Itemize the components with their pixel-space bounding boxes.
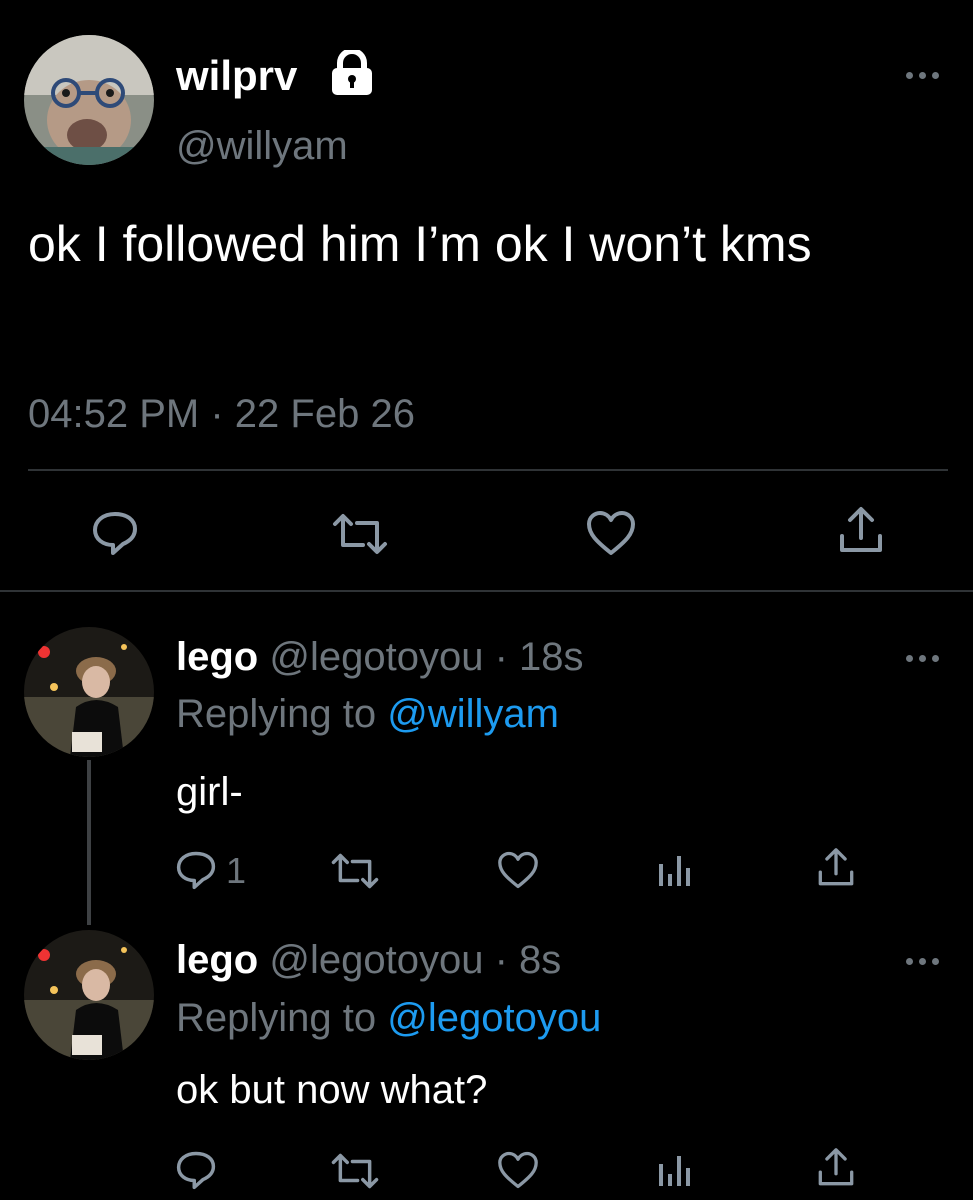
display-name[interactable]: wilprv <box>176 52 297 100</box>
share-icon[interactable] <box>817 1147 855 1189</box>
mention-link[interactable]: @legotoyou <box>387 996 601 1040</box>
replying-to: Replying to @legotoyou <box>176 996 601 1041</box>
reply-count: 1 <box>226 850 247 891</box>
display-name-text[interactable]: wilprv <box>176 52 297 99</box>
reply-icon[interactable] <box>92 510 138 556</box>
share-icon[interactable] <box>838 506 884 556</box>
analytics-icon[interactable] <box>657 1150 693 1188</box>
more-icon[interactable] <box>906 655 939 662</box>
reply-header[interactable]: lego @legotoyou · 18s <box>176 635 584 680</box>
reply-icon[interactable] <box>176 1150 216 1190</box>
tweet-time[interactable]: 04:52 PM <box>28 392 199 436</box>
replying-prefix: Replying to <box>176 692 377 736</box>
separator: · <box>494 635 508 679</box>
reply-handle[interactable]: @legotoyou <box>269 938 483 982</box>
retweet-icon[interactable] <box>331 512 389 556</box>
avatar[interactable] <box>24 35 154 165</box>
separator: · <box>494 938 508 982</box>
more-icon[interactable] <box>906 958 939 965</box>
reply-age[interactable]: 18s <box>519 635 584 679</box>
thread-line <box>87 760 91 925</box>
divider <box>28 469 948 471</box>
reply-text: girl- <box>176 770 243 814</box>
divider <box>0 590 973 592</box>
avatar[interactable] <box>24 627 154 757</box>
replying-to: Replying to @willyam <box>176 692 559 737</box>
reply-display-name[interactable]: lego <box>176 938 258 982</box>
share-icon[interactable] <box>817 847 855 889</box>
avatar[interactable] <box>24 930 154 1060</box>
like-icon[interactable] <box>497 851 539 889</box>
reply-age[interactable]: 8s <box>519 938 561 982</box>
tweet-text: ok I followed him I’m ok I won’t kms <box>28 216 812 272</box>
mention-link[interactable]: @willyam <box>387 692 559 736</box>
more-icon[interactable] <box>906 72 939 79</box>
like-icon[interactable] <box>586 510 636 556</box>
reply-display-name[interactable]: lego <box>176 635 258 679</box>
replying-prefix: Replying to <box>176 996 377 1040</box>
reply-header[interactable]: lego @legotoyou · 8s <box>176 938 561 983</box>
lock-icon <box>326 50 378 96</box>
reply-icon[interactable] <box>176 850 216 890</box>
retweet-icon[interactable] <box>330 1152 380 1190</box>
like-icon[interactable] <box>497 1151 539 1189</box>
reply-text: ok but now what? <box>176 1068 488 1112</box>
separator: · <box>210 392 224 436</box>
timestamp[interactable]: 04:52 PM · 22 Feb 26 <box>28 392 415 437</box>
retweet-icon[interactable] <box>330 852 380 890</box>
analytics-icon[interactable] <box>657 850 693 888</box>
reply-handle[interactable]: @legotoyou <box>269 635 483 679</box>
handle[interactable]: @willyam <box>176 124 348 169</box>
tweet-date[interactable]: 22 Feb 26 <box>235 392 415 436</box>
